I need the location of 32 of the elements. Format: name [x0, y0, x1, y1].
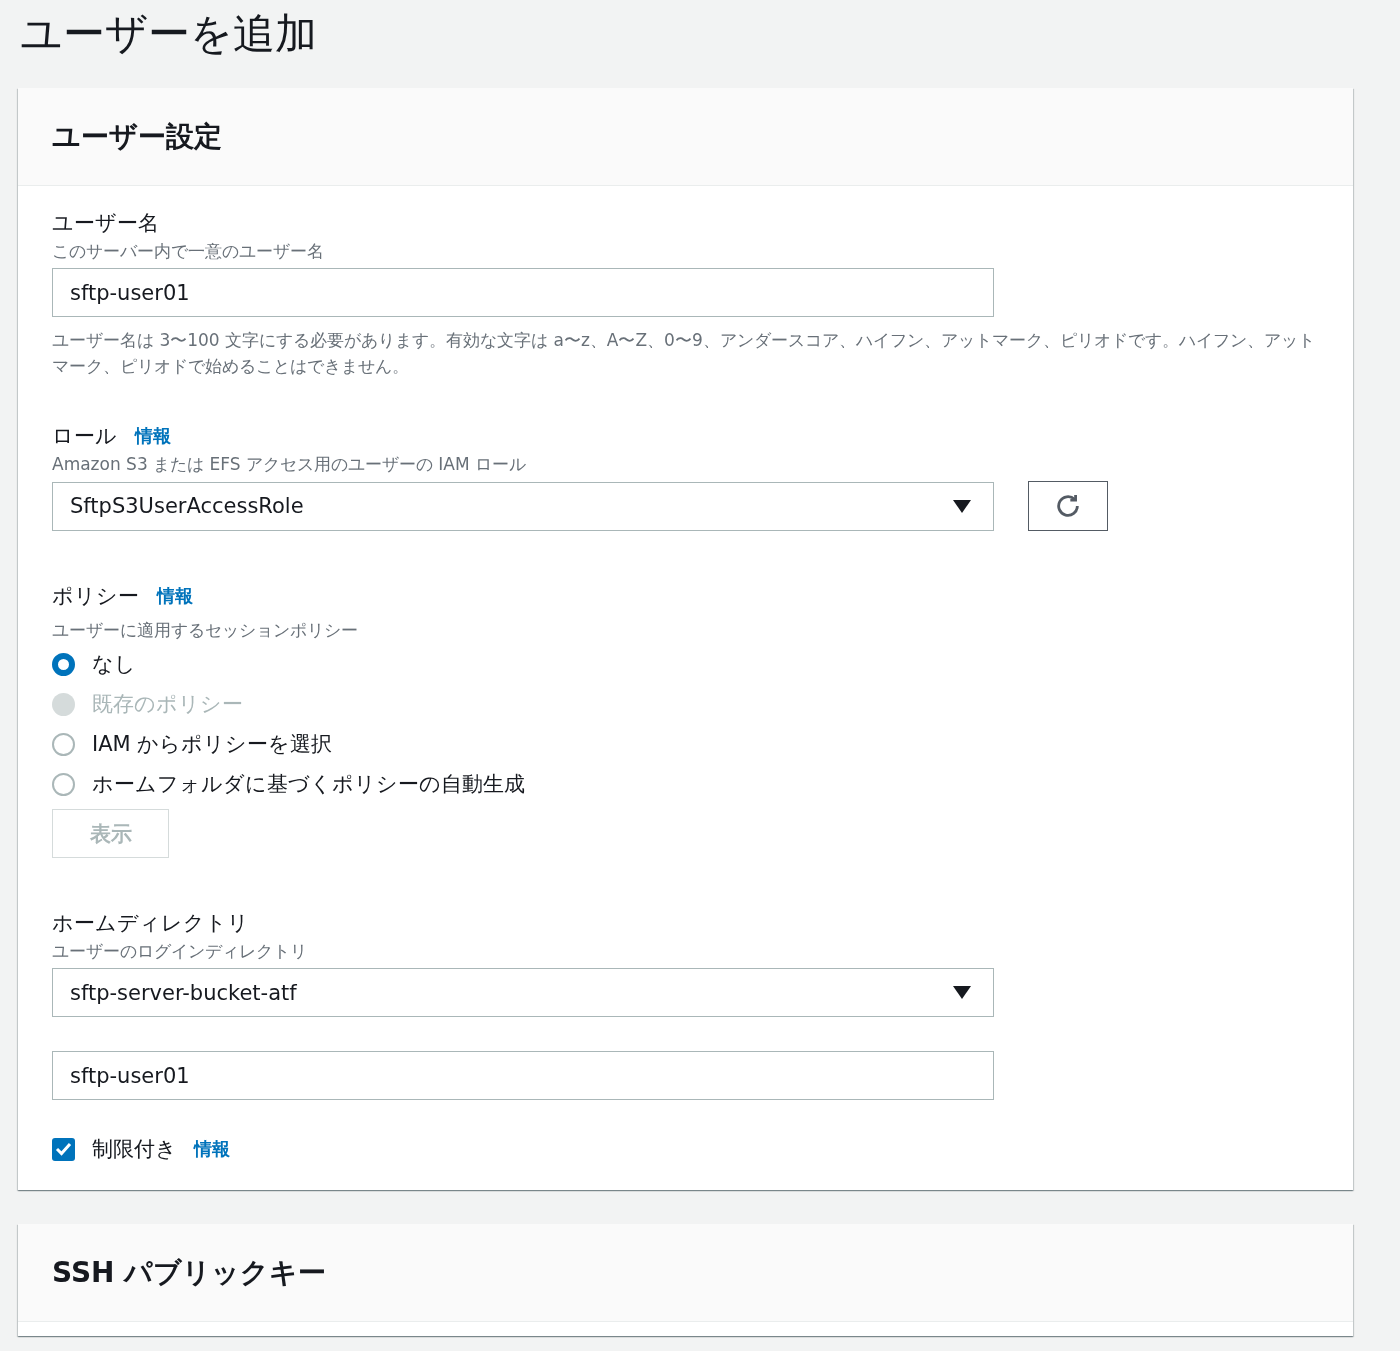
role-select[interactable]: SftpS3UserAccessRole	[52, 481, 994, 531]
radio-button[interactable]	[52, 772, 75, 796]
path-input[interactable]: sftp-user01	[52, 1051, 994, 1100]
field-description: ユーザーのログインディレクトリ	[52, 940, 307, 963]
radio-option[interactable]: ホームフォルダに基づくポリシーの自動生成	[52, 769, 1319, 799]
field-description: ユーザーに適用するセッションポリシー	[52, 619, 358, 642]
radio-button[interactable]	[52, 732, 75, 756]
field-description: Amazon S3 または EFS アクセス用のユーザーの IAM ロール	[52, 453, 527, 476]
checkmark-icon	[55, 1142, 72, 1156]
field-description: このサーバー内で一意のユーザー名	[52, 240, 324, 263]
caret-icon	[953, 986, 971, 999]
info-link[interactable]: 情報	[135, 423, 171, 449]
page-title: ユーザーを追加	[20, 8, 317, 60]
checkbox[interactable]	[52, 1137, 75, 1161]
constraint-text: ユーザー名は 3〜100 文字にする必要があります。有効な文字は a〜z、A〜Z、0〜9、アンダースコア、ハイフン、アットマーク、ピリオドです。ハイフン、アットマーク、ピリオドで始めることはできません。	[52, 329, 1316, 378]
field-label: ユーザー名	[52, 211, 159, 235]
info-link[interactable]: 情報	[194, 1136, 230, 1162]
section-heading: ユーザー設定	[52, 119, 222, 155]
info-link[interactable]: 情報	[157, 583, 193, 609]
radio-option[interactable]: なし	[52, 649, 1319, 679]
bucket-select[interactable]: sftp-server-bucket-atf	[52, 968, 994, 1017]
refresh-button[interactable]	[1028, 481, 1108, 531]
caret-icon	[953, 499, 971, 513]
section-heading: SSH パブリックキー	[52, 1255, 327, 1291]
field-label: ロール	[52, 423, 117, 450]
field-label: ホームディレクトリ	[52, 911, 249, 935]
field-label: ポリシー	[52, 583, 139, 610]
refresh-icon	[1054, 492, 1082, 520]
radio-option[interactable]: IAM からポリシーを選択	[52, 729, 1319, 759]
checkbox-label: 制限付き	[92, 1136, 177, 1163]
radio-button[interactable]	[52, 652, 75, 676]
username-input[interactable]: sftp-user01	[52, 268, 994, 317]
